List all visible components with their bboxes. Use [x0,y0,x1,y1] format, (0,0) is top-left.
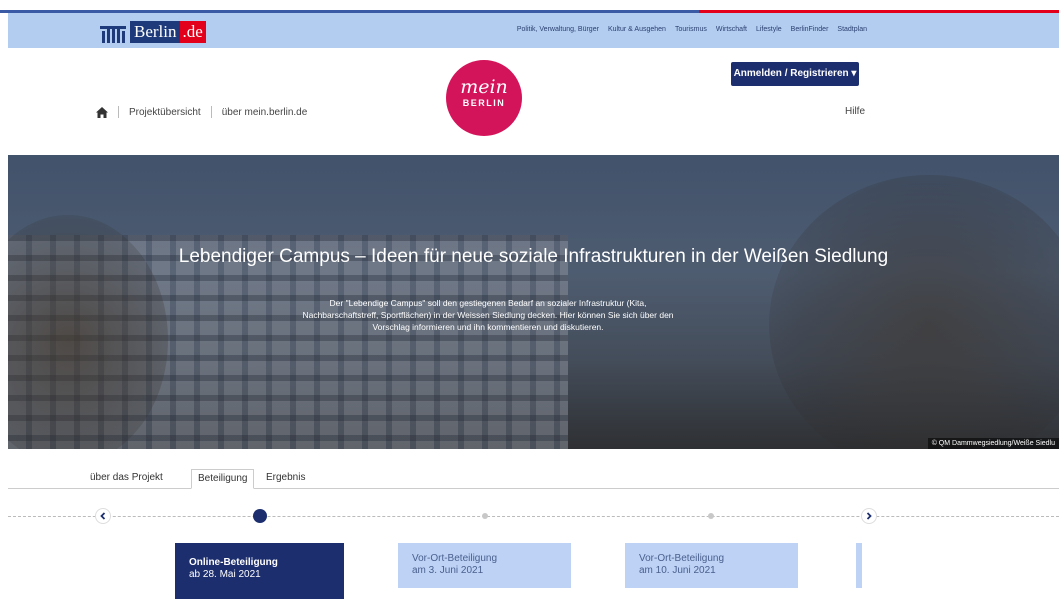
berlin-de-bar: Berlin .de Politik, Verwaltung, Bürger K… [8,13,1059,48]
phase-card-vor-ort-1[interactable]: Vor-Ort-Beteiligung am 3. Juni 2021 [398,543,571,588]
main-nav: Projektübersicht über mein.berlin.de [96,106,307,118]
berlin-top-nav: Politik, Verwaltung, Bürger Kultur & Aus… [517,26,867,33]
timeline-dot[interactable] [482,513,488,519]
top-nav-wirtschaft[interactable]: Wirtschaft [716,26,747,33]
brandenburg-gate-icon [100,21,130,43]
top-nav-tourismus[interactable]: Tourismus [675,26,707,33]
site-header: Projektübersicht über mein.berlin.de mei… [8,48,1059,155]
logo-word: Berlin [130,21,180,43]
timeline-dot-active[interactable] [253,509,267,523]
nav-about[interactable]: über mein.berlin.de [222,107,308,118]
phase-card-online[interactable]: Online-Beteiligung ab 28. Mai 2021 [175,543,344,599]
project-tabs: über das Projekt Beteiligung Ergebnis [8,449,1059,489]
nav-projektuebersicht[interactable]: Projektübersicht [129,107,201,118]
phase-card-next-partial[interactable] [856,543,862,588]
timeline-prev-button[interactable] [95,508,111,524]
chevron-left-icon [100,512,106,520]
top-nav-politik[interactable]: Politik, Verwaltung, Bürger [517,26,599,33]
top-nav-kultur[interactable]: Kultur & Ausgehen [608,26,666,33]
phase-title: Online-Beteiligung [189,557,278,568]
top-nav-lifestyle[interactable]: Lifestyle [756,26,782,33]
tab-ergebnis[interactable]: Ergebnis [266,469,305,489]
phase-title: Vor-Ort-Beteiligung [639,553,725,564]
phase-date: am 3. Juni 2021 [412,565,484,576]
login-register-button[interactable]: Anmelden / Registrieren ▾ [731,62,859,86]
phase-title: Vor-Ort-Beteiligung [412,553,498,564]
logo-berlin-text: BERLIN [462,98,506,108]
timeline-dot[interactable] [708,513,714,519]
hero-banner: Lebendiger Campus – Ideen für neue sozia… [8,155,1059,449]
image-credit: © QM Dammwegsiedlung/Weiße Siedlu [927,438,1059,449]
timeline-next-button[interactable] [861,508,877,524]
tab-about-project[interactable]: über das Projekt [90,469,163,489]
nav-divider [210,106,212,118]
mein-berlin-logo[interactable]: mein BERLIN [446,60,522,136]
chevron-right-icon [866,512,872,520]
nav-divider [118,106,119,118]
project-title: Lebendiger Campus – Ideen für neue sozia… [178,246,889,267]
logo-mein-text: mein [460,76,508,98]
timeline-line [8,516,1059,517]
home-icon[interactable] [96,106,108,118]
help-link[interactable]: Hilfe [845,106,865,117]
tab-beteiligung[interactable]: Beteiligung [191,469,255,489]
phase-card-vor-ort-2[interactable]: Vor-Ort-Beteiligung am 10. Juni 2021 [625,543,798,588]
project-description: Der "Lebendige Campus" soll den gestiege… [302,298,674,332]
berlin-de-logo[interactable]: Berlin .de [100,21,206,43]
top-nav-stadtplan[interactable]: Stadtplan [837,26,867,33]
phase-date: ab 28. Mai 2021 [189,569,261,580]
phase-date: am 10. Juni 2021 [639,565,716,576]
logo-dot: .de [179,21,206,43]
top-nav-berlinfinder[interactable]: BerlinFinder [791,26,829,33]
